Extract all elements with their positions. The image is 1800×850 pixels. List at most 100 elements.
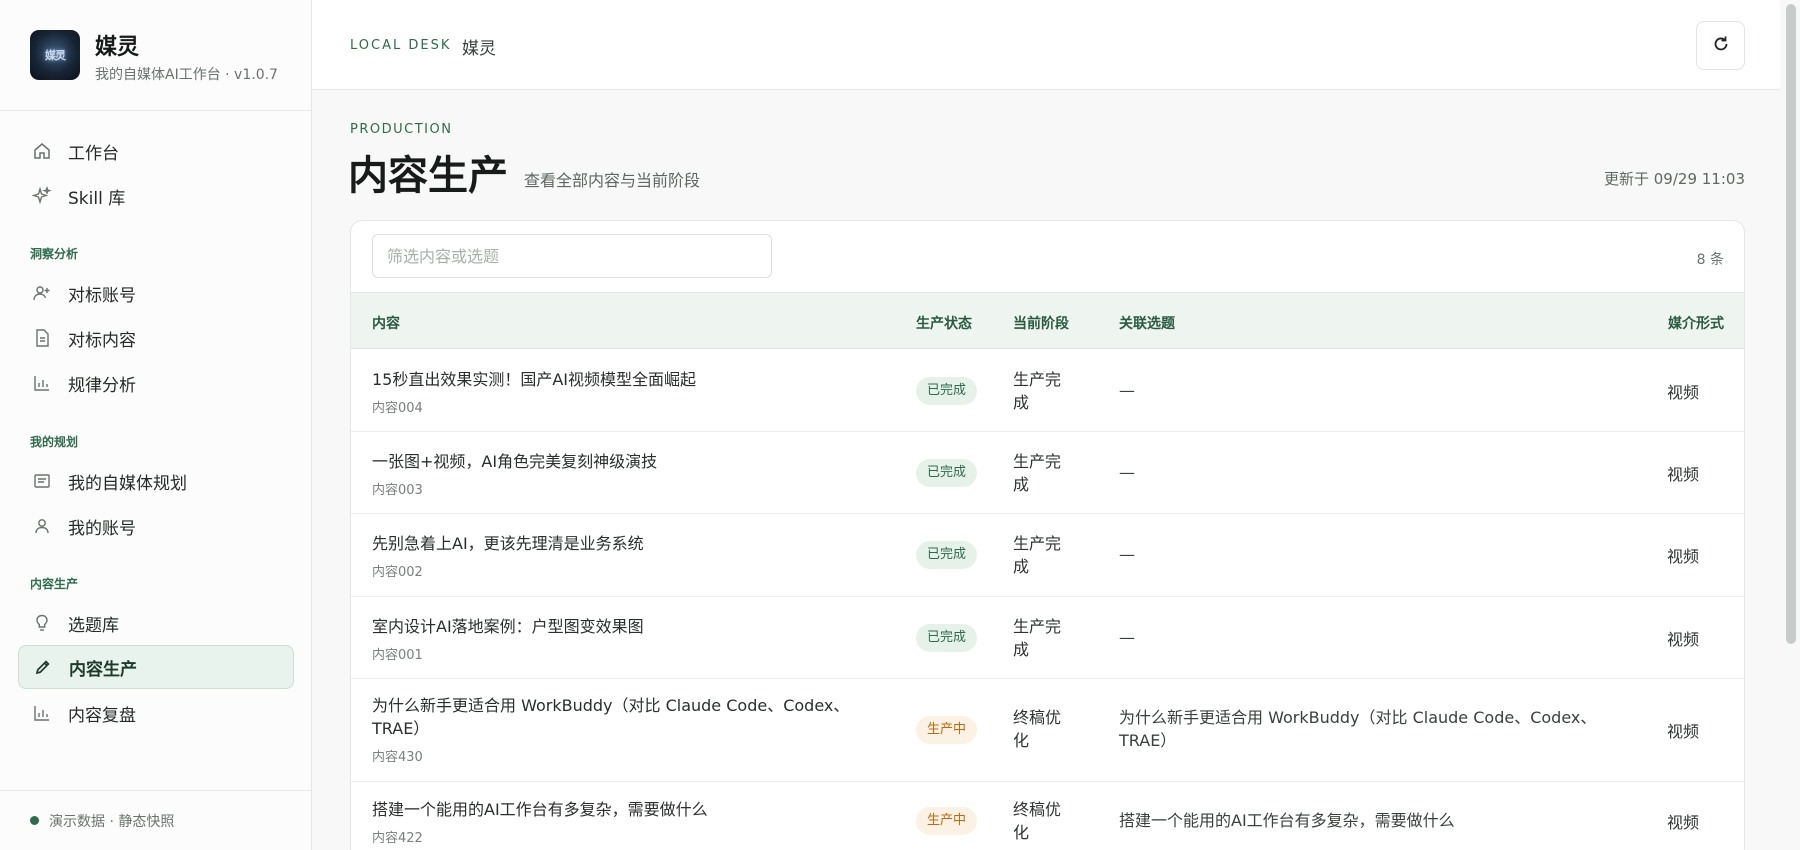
sidebar-item-label: 内容生产 [69, 659, 137, 680]
sidebar-item-pattern-analysis[interactable]: 规律分析 [18, 361, 294, 405]
column-header-content[interactable]: 内容 [372, 313, 400, 333]
list-box-icon [31, 470, 53, 492]
sidebar-item-label: 规律分析 [68, 375, 136, 396]
refresh-icon [1710, 33, 1732, 59]
status-badge: 已完成 [916, 541, 978, 569]
sidebar-item-label: 对标账号 [68, 285, 136, 306]
row-id: 内容002 [372, 565, 423, 580]
row-stage: 生产完成 [1013, 370, 1062, 412]
column-header-status[interactable]: 生产状态 [916, 313, 972, 333]
lightbulb-icon [31, 612, 53, 634]
section-title-planning: 我的规划 [30, 435, 79, 449]
sidebar-item-label: Skill 库 [68, 188, 126, 209]
row-stage: 生产完成 [1013, 617, 1062, 659]
row-title[interactable]: 为什么新手更适合用 WorkBuddy（对比 Claude Code、Codex… [372, 694, 872, 740]
refresh-button[interactable] [1696, 21, 1745, 70]
row-title[interactable]: 先别急着上AI，更该先理清是业务系统 [372, 532, 872, 555]
row-media: 视频 [1667, 465, 1700, 484]
document-icon [31, 327, 53, 349]
section-title-production: 内容生产 [30, 577, 79, 591]
page-title: 内容生产 [348, 153, 508, 199]
app-logo: 媒灵 [30, 30, 80, 80]
home-icon [31, 140, 53, 162]
row-media: 视频 [1667, 547, 1700, 566]
table-row[interactable]: 为什么新手更适合用 WorkBuddy（对比 Claude Code、Codex… [351, 679, 1744, 782]
sparkle-icon [31, 185, 53, 207]
row-id: 内容003 [372, 483, 423, 498]
table-row[interactable]: 一张图+视频，AI角色完美复刻神级演技 内容003 已完成 生产完成 — 视频 [351, 432, 1744, 514]
sidebar-item-media-plan[interactable]: 我的自媒体规划 [18, 459, 294, 503]
sidebar-item-skill-library[interactable]: Skill 库 [18, 174, 294, 218]
status-badge: 生产中 [916, 716, 978, 744]
topbar-kicker: LOCAL DESK [350, 38, 452, 53]
row-id: 内容430 [372, 750, 423, 765]
brand-header: 媒灵 媒灵 我的自媒体AI工作台 · v1.0.7 [0, 0, 311, 111]
table-row[interactable]: 先别急着上AI，更该先理清是业务系统 内容002 已完成 生产完成 — 视频 [351, 514, 1744, 597]
sidebar-item-my-account[interactable]: 我的账号 [18, 504, 294, 548]
row-media: 视频 [1667, 813, 1700, 832]
pencil-icon [32, 656, 54, 678]
column-header-topic[interactable]: 关联选题 [1119, 313, 1175, 333]
topbar: LOCAL DESK 媒灵 [312, 0, 1780, 90]
updated-timestamp: 更新于 09/29 11:03 [1604, 170, 1745, 188]
sidebar-item-label: 我的自媒体规划 [68, 473, 187, 494]
sidebar-item-benchmark-content[interactable]: 对标内容 [18, 316, 294, 360]
sidebar-item-content-production[interactable]: 内容生产 [18, 645, 294, 689]
column-header-media[interactable]: 媒介形式 [1668, 313, 1724, 333]
table-header: 内容 生产状态 当前阶段 关联选题 媒介形式 [351, 292, 1744, 349]
row-title[interactable]: 一张图+视频，AI角色完美复刻神级演技 [372, 450, 872, 473]
breadcrumb: 媒灵 [462, 39, 496, 59]
sidebar-footer: 演示数据 · 静态快照 [0, 790, 311, 850]
row-topic: — [1119, 628, 1135, 647]
sidebar-item-label: 对标内容 [68, 330, 136, 351]
row-count: 8 条 [1696, 252, 1724, 268]
sidebar-item-benchmark-accounts[interactable]: 对标账号 [18, 271, 294, 315]
status-badge: 已完成 [916, 624, 978, 652]
row-title[interactable]: 搭建一个能用的AI工作台有多复杂，需要做什么 [372, 798, 872, 821]
sidebar-item-workbench[interactable]: 工作台 [18, 129, 294, 173]
row-media: 视频 [1667, 383, 1700, 402]
sidebar-item-label: 内容复盘 [68, 705, 136, 726]
row-stage: 生产完成 [1013, 534, 1062, 576]
table-row[interactable]: 15秒直出效果实测！国产AI视频模型全面崛起 内容004 已完成 生产完成 — … [351, 350, 1744, 432]
row-media: 视频 [1667, 630, 1700, 649]
row-id: 内容422 [372, 831, 423, 846]
row-topic: 搭建一个能用的AI工作台有多复杂，需要做什么 [1119, 811, 1455, 830]
row-topic: — [1119, 381, 1135, 400]
footer-text: 演示数据 · 静态快照 [49, 813, 175, 830]
brand-subtitle: 我的自媒体AI工作台 · v1.0.7 [95, 67, 278, 83]
sidebar-item-label: 我的账号 [68, 518, 136, 539]
page-subtitle: 查看全部内容与当前阶段 [524, 171, 701, 190]
sidebar-item-topic-library[interactable]: 选题库 [18, 601, 294, 645]
bar-chart-icon [31, 702, 53, 724]
filter-input[interactable] [372, 234, 772, 278]
status-badge: 已完成 [916, 377, 978, 405]
user-icon [31, 515, 53, 537]
user-plus-icon [31, 282, 53, 304]
table-row[interactable]: 室内设计AI落地案例：户型图变效果图 内容001 已完成 生产完成 — 视频 [351, 597, 1744, 679]
section-title-insights: 洞察分析 [30, 247, 79, 261]
sidebar-item-label: 工作台 [68, 143, 119, 164]
row-stage: 终稿优化 [1013, 708, 1062, 750]
bar-chart-icon [31, 372, 53, 394]
row-id: 内容004 [372, 401, 423, 416]
row-stage: 生产完成 [1013, 452, 1062, 494]
row-topic: — [1119, 463, 1135, 482]
row-topic: 为什么新手更适合用 WorkBuddy（对比 Claude Code、Codex… [1119, 708, 1597, 750]
sidebar-item-label: 选题库 [68, 615, 119, 636]
sidebar: 媒灵 媒灵 我的自媒体AI工作台 · v1.0.7 工作台 Skill 库 洞察… [0, 0, 312, 850]
page-scrollbar[interactable] [1786, 4, 1796, 644]
row-topic: — [1119, 545, 1135, 564]
page-eyebrow: PRODUCTION [350, 122, 453, 137]
row-title[interactable]: 室内设计AI落地案例：户型图变效果图 [372, 615, 872, 638]
row-media: 视频 [1667, 722, 1700, 741]
table-row[interactable]: 搭建一个能用的AI工作台有多复杂，需要做什么 内容422 生产中 终稿优化 搭建… [351, 782, 1744, 850]
status-dot [30, 816, 39, 825]
row-title[interactable]: 15秒直出效果实测！国产AI视频模型全面崛起 [372, 368, 872, 391]
sidebar-item-content-review[interactable]: 内容复盘 [18, 691, 294, 735]
row-id: 内容001 [372, 648, 423, 663]
row-stage: 终稿优化 [1013, 800, 1062, 842]
content-table-card: 8 条 内容 生产状态 当前阶段 关联选题 媒介形式 15秒直出效果实测！国产A… [350, 220, 1745, 850]
column-header-stage[interactable]: 当前阶段 [1013, 313, 1069, 333]
brand-name: 媒灵 [95, 35, 140, 60]
